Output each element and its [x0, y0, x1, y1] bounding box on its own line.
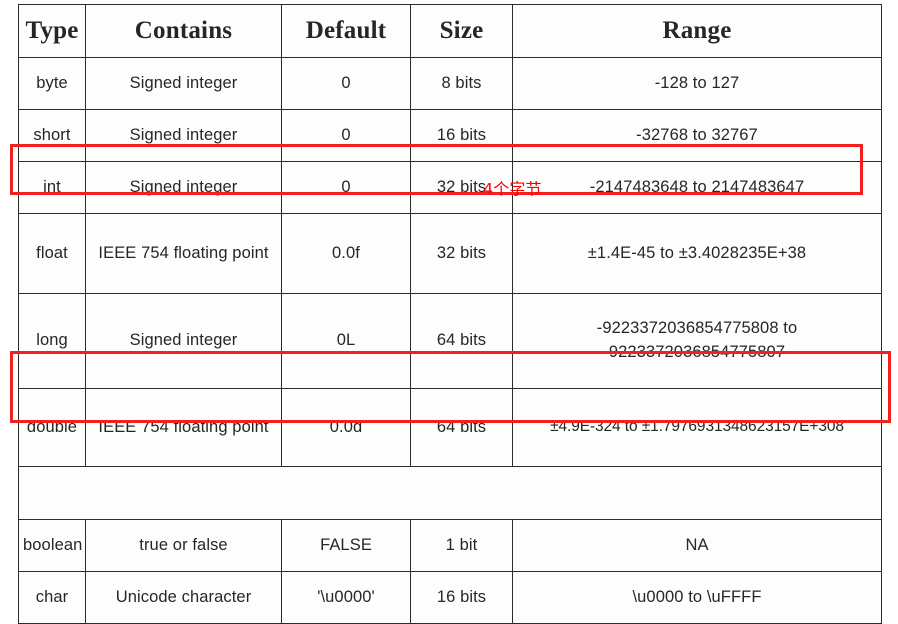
column-header-type: Type — [18, 4, 86, 58]
cell-empty — [18, 466, 882, 520]
cell-range: ±1.4E-45 to ±3.4028235E+38 — [512, 213, 882, 294]
cell-default: '\u0000' — [281, 571, 411, 624]
table-row: int Signed integer 0 32 bits 4个字节 -21474… — [18, 161, 882, 214]
cell-type: int — [18, 161, 86, 214]
cell-default: 0.0d — [281, 388, 411, 467]
cell-contains: Unicode character — [85, 571, 282, 624]
table-row: long Signed integer 0L 64 bits -92233720… — [18, 293, 882, 389]
cell-range: -2147483648 to 2147483647 — [512, 161, 882, 214]
cell-default: 0 — [281, 57, 411, 110]
cell-range: -128 to 127 — [512, 57, 882, 110]
cell-default: 0.0f — [281, 213, 411, 294]
cell-size: 64 bits — [410, 293, 513, 389]
table-body: byte Signed integer 0 8 bits -128 to 127… — [18, 57, 882, 624]
cell-contains: Signed integer — [85, 109, 282, 162]
table-row: double IEEE 754 floating point 0.0d 64 b… — [18, 388, 882, 467]
cell-default: 0L — [281, 293, 411, 389]
table-row: float IEEE 754 floating point 0.0f 32 bi… — [18, 213, 882, 294]
cell-size: 8 bits — [410, 57, 513, 110]
table-header: Type Contains Default Size Range — [18, 4, 882, 58]
cell-size: 1 bit — [410, 519, 513, 572]
cell-range: NA — [512, 519, 882, 572]
java-primitive-types-table: Type Contains Default Size Range byte Si… — [18, 4, 882, 624]
column-header-default: Default — [281, 4, 411, 58]
cell-size: 16 bits — [410, 571, 513, 624]
header-row: Type Contains Default Size Range — [18, 4, 882, 58]
column-header-size: Size — [410, 4, 513, 58]
cell-type: short — [18, 109, 86, 162]
cell-range: \u0000 to \uFFFF — [512, 571, 882, 624]
cell-range: -9223372036854775808 to 9223372036854775… — [512, 293, 882, 389]
cell-type: float — [18, 213, 86, 294]
cell-default: FALSE — [281, 519, 411, 572]
cell-type: long — [18, 293, 86, 389]
cell-type: boolean — [18, 519, 86, 572]
column-header-contains: Contains — [85, 4, 282, 58]
table-row: short Signed integer 0 16 bits -32768 to… — [18, 109, 882, 162]
column-header-range: Range — [512, 4, 882, 58]
data-types-table-container: Type Contains Default Size Range byte Si… — [18, 4, 882, 624]
cell-size: 16 bits — [410, 109, 513, 162]
cell-contains: IEEE 754 floating point — [85, 388, 282, 467]
table-row: boolean true or false FALSE 1 bit NA — [18, 519, 882, 572]
cell-size: 32 bits — [410, 213, 513, 294]
cell-type: byte — [18, 57, 86, 110]
cell-type: char — [18, 571, 86, 624]
table-row-empty — [18, 466, 882, 520]
table-row: byte Signed integer 0 8 bits -128 to 127 — [18, 57, 882, 110]
cell-contains: Signed integer — [85, 57, 282, 110]
cell-size-label: 32 bits — [436, 177, 487, 196]
cell-default: 0 — [281, 109, 411, 162]
cell-range: ±4.9E-324 to ±1.7976931348623157E+308 — [512, 388, 882, 467]
cell-range: -32768 to 32767 — [512, 109, 882, 162]
cell-size: 32 bits 4个字节 — [410, 161, 541, 214]
cell-contains: true or false — [85, 519, 282, 572]
cell-size: 64 bits — [410, 388, 513, 467]
cell-contains: Signed integer — [85, 161, 282, 214]
cell-default: 0 — [281, 161, 411, 214]
cell-type: double — [18, 388, 86, 467]
cell-contains: IEEE 754 floating point — [85, 213, 282, 294]
cell-contains: Signed integer — [85, 293, 282, 389]
table-row: char Unicode character '\u0000' 16 bits … — [18, 571, 882, 624]
